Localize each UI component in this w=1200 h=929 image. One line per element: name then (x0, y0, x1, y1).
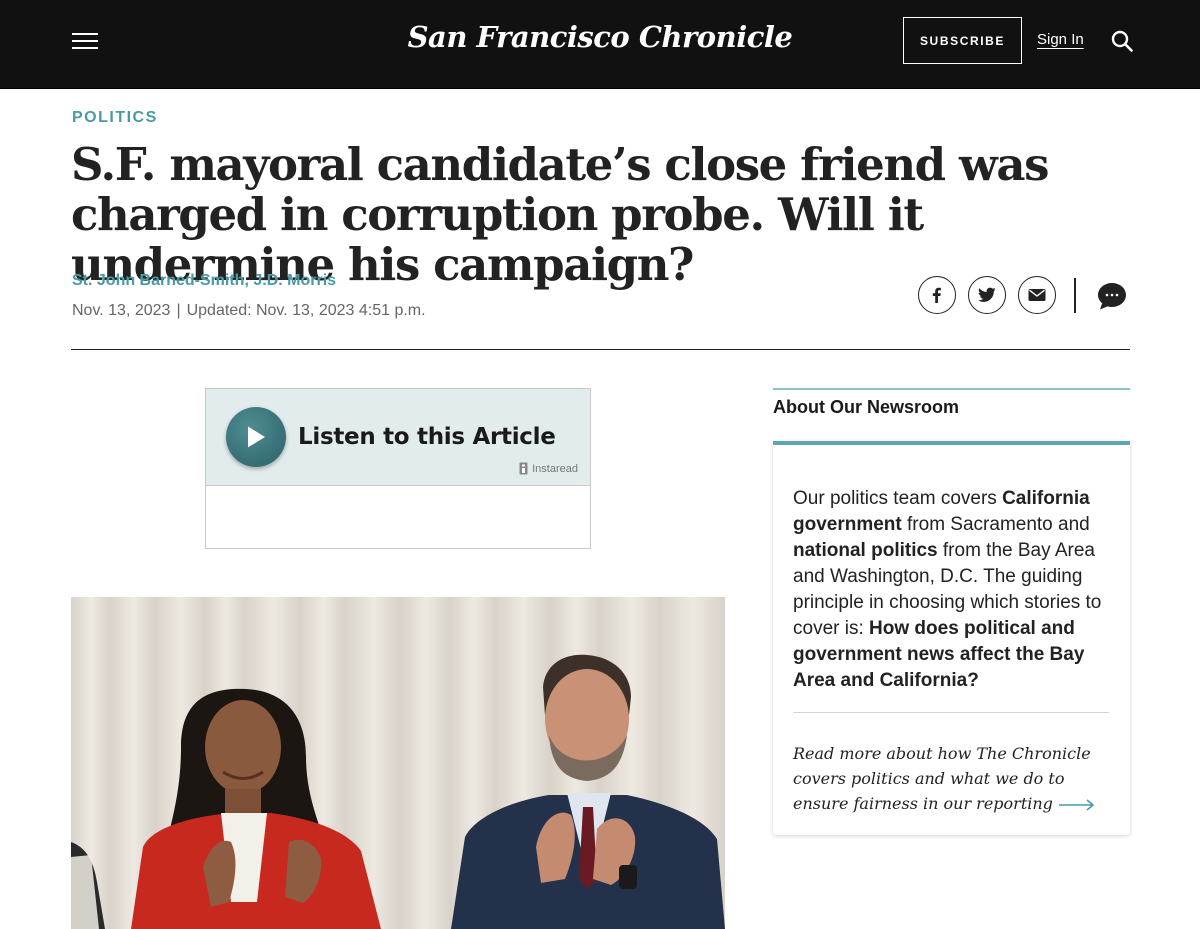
share-facebook-button[interactable] (918, 276, 956, 314)
date-separator: | (176, 302, 181, 319)
published-date: Nov. 13, 2023 (72, 302, 171, 319)
facebook-icon (932, 287, 941, 303)
instaread-logo-icon (519, 462, 528, 475)
comment-icon[interactable] (1097, 281, 1127, 311)
play-button[interactable] (226, 407, 286, 467)
share-twitter-button[interactable] (968, 276, 1006, 314)
author-link[interactable]: J.D. Morris (253, 272, 336, 289)
section-label[interactable]: POLITICS (72, 109, 158, 127)
updated-date: Updated: Nov. 13, 2023 4:51 p.m. (186, 302, 426, 319)
listen-label: Listen to this Article (298, 424, 556, 450)
audio-provider-name: Instaread (532, 462, 578, 475)
author-link[interactable]: St. John Barned-Smith (72, 272, 244, 289)
audio-provider: Instaread (519, 462, 578, 475)
article-dates: Nov. 13, 2023 | Updated: Nov. 13, 2023 4:5… (72, 302, 426, 320)
sidebar-title: About Our Newsroom (773, 397, 960, 417)
search-icon[interactable] (1111, 30, 1133, 52)
share-divider (1074, 278, 1076, 313)
audio-player: Listen to this Article Instaread (205, 388, 591, 549)
author-separator: , (244, 272, 249, 289)
twitter-icon (978, 287, 996, 302)
photo-scene (71, 597, 725, 929)
newsroom-text: Our politics team covers (793, 488, 1003, 509)
newsroom-card: Our politics team covers California gove… (773, 441, 1130, 835)
header-divider (71, 349, 1130, 350)
subscribe-button[interactable]: SUBSCRIBE (903, 17, 1022, 64)
play-icon (248, 426, 265, 448)
lead-photo[interactable] (71, 597, 725, 929)
card-divider (793, 712, 1109, 713)
newsroom-description: Our politics team covers California gove… (793, 486, 1109, 694)
sidebar-divider (773, 388, 1130, 390)
arrow-right-icon (1058, 798, 1095, 811)
newsroom-text-bold: national politics (793, 540, 938, 561)
site-header: San Francisco Chronicle SUBSCRIBE Sign I… (0, 0, 1200, 89)
newsroom-text: from Sacramento and (901, 514, 1090, 535)
email-icon (1028, 289, 1046, 301)
share-email-button[interactable] (1018, 276, 1056, 314)
audio-player-bar: Listen to this Article Instaread (206, 389, 590, 486)
sign-in-link[interactable]: Sign In (1037, 31, 1084, 48)
newsroom-standards-link[interactable]: Read more about how The Chronicle covers… (793, 741, 1113, 816)
newsroom-link-text[interactable]: Read more about how The Chronicle covers… (793, 744, 1091, 813)
article-headline: S.F. mayoral candidate’s close friend wa… (71, 138, 1049, 291)
byline: St. John Barned-Smith, J.D. Morris (72, 272, 336, 290)
